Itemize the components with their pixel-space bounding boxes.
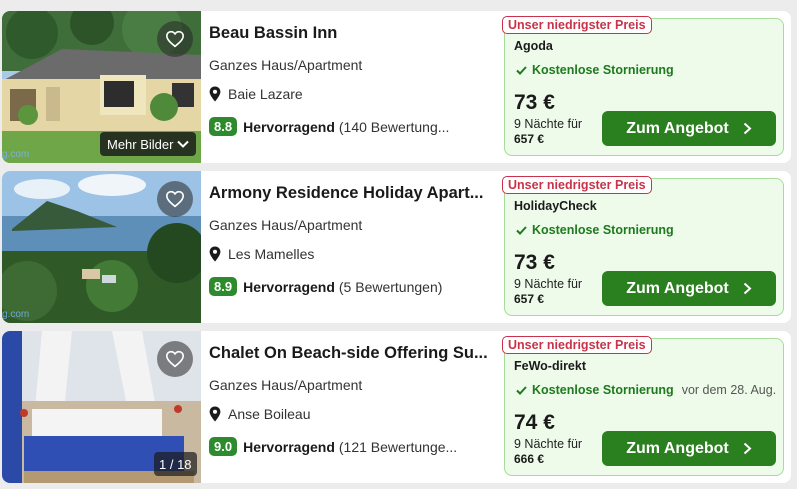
score-badge: 8.8 [209,117,238,136]
lowest-price-badge: Unser niedrigster Preis [502,16,652,34]
more-photos-button[interactable]: Mehr Bilder [100,132,197,156]
score-badge: 8.9 [209,277,238,296]
heart-icon [165,350,185,368]
checkmark-icon [516,385,527,395]
score-badge: 9.0 [209,437,238,456]
nightly-price: 73 € [514,91,555,114]
total-price: 657 € [514,292,545,306]
cancellation-label: Kostenlose Stornierung [532,223,674,237]
total-price: 657 € [514,132,545,146]
watermark: g.com [2,309,30,320]
rating-label: Hervorragend [243,438,335,455]
location-label: Baie Lazare [228,86,303,102]
cancellation-label: Kostenlose Stornierung [532,63,674,77]
favorite-button[interactable] [157,181,193,217]
more-photos-label: Mehr Bilder [107,136,174,152]
listing-card[interactable]: 1 / 18 Chalet On Beach-side Offering Su.… [2,331,791,483]
nightly-price: 74 € [514,411,555,434]
review-count: (5 Bewertungen) [338,278,443,295]
listing-card[interactable]: g.com Mehr Bilder Beau Bassin Inn Ganzes… [2,11,791,163]
view-deal-label: Zum Angebot [626,439,729,457]
listing-photo[interactable]: g.com Mehr Bilder [2,11,201,163]
listing-location[interactable]: Anse Boileau [209,406,311,422]
view-deal-button[interactable]: Zum Angebot [602,111,776,146]
checkmark-icon [516,65,527,75]
free-cancellation: Kostenlose Stornierung [516,63,674,77]
provider-name: FeWo-direkt [514,359,586,373]
rating[interactable]: 9.0 Hervorragend (121 Bewertunge... [209,437,494,456]
location-label: Anse Boileau [228,406,311,422]
lowest-price-badge: Unser niedrigster Preis [502,176,652,194]
favorite-button[interactable] [157,21,193,57]
location-pin-icon [209,86,221,102]
listing-location[interactable]: Les Mamelles [209,246,314,262]
cancellation-label: Kostenlose Stornierung [532,383,674,397]
nights-label: 9 Nächte für [514,437,583,451]
rating[interactable]: 8.9 Hervorragend (5 Bewertungen) [209,277,494,296]
listing-info: Armony Residence Holiday Apart... Ganzes… [209,171,494,323]
listing-location[interactable]: Baie Lazare [209,86,303,102]
location-pin-icon [209,406,221,422]
deal-box[interactable]: Unser niedrigster Preis HolidayCheck Kos… [502,176,784,316]
view-deal-button[interactable]: Zum Angebot [602,271,776,306]
total-price: 666 € [514,452,545,466]
listing-card[interactable]: g.com Armony Residence Holiday Apart... … [2,171,791,323]
chevron-right-icon [743,122,752,135]
lowest-price-badge: Unser niedrigster Preis [502,336,652,354]
listing-name[interactable]: Beau Bassin Inn [209,24,494,43]
provider-name: Agoda [514,39,553,53]
heart-icon [165,30,185,48]
listing-type: Ganzes Haus/Apartment [209,377,363,393]
chevron-right-icon [743,442,752,455]
free-cancellation: Kostenlose Stornierung [516,223,674,237]
location-pin-icon [209,246,221,262]
checkmark-icon [516,225,527,235]
review-count: (121 Bewertunge... [338,438,458,455]
rating-label: Hervorragend [243,118,335,135]
nights-label: 9 Nächte für [514,277,583,291]
listing-name[interactable]: Armony Residence Holiday Apart... [209,184,494,203]
listing-type: Ganzes Haus/Apartment [209,217,363,233]
listing-photo[interactable]: g.com [2,171,201,323]
listing-type: Ganzes Haus/Apartment [209,57,363,73]
chevron-right-icon [743,282,752,295]
listing-info: Beau Bassin Inn Ganzes Haus/Apartment Ba… [209,11,494,163]
listing-info: Chalet On Beach-side Offering Su... Ganz… [209,331,494,483]
photo-counter: 1 / 18 [154,452,197,476]
nights-label: 9 Nächte für [514,117,583,131]
listing-photo[interactable]: 1 / 18 [2,331,201,483]
deal-box[interactable]: Unser niedrigster Preis FeWo-direkt Kost… [502,336,784,476]
review-count: (140 Bewertung... [338,118,450,135]
watermark: g.com [2,149,30,160]
location-label: Les Mamelles [228,246,315,262]
rating[interactable]: 8.8 Hervorragend (140 Bewertung... [209,117,494,136]
view-deal-button[interactable]: Zum Angebot [602,431,776,466]
chevron-down-icon [177,140,190,148]
view-deal-label: Zum Angebot [626,279,729,297]
view-deal-label: Zum Angebot [626,119,729,137]
rating-label: Hervorragend [243,278,335,295]
provider-name: HolidayCheck [514,199,597,213]
free-cancellation: Kostenlose Stornierung vor dem 28. Aug. [516,383,776,397]
listing-name[interactable]: Chalet On Beach-side Offering Su... [209,344,494,363]
deal-box[interactable]: Unser niedrigster Preis Agoda Kostenlose… [502,16,784,156]
heart-icon [165,190,185,208]
favorite-button[interactable] [157,341,193,377]
nightly-price: 73 € [514,251,555,274]
cancellation-deadline: vor dem 28. Aug. [681,383,777,397]
